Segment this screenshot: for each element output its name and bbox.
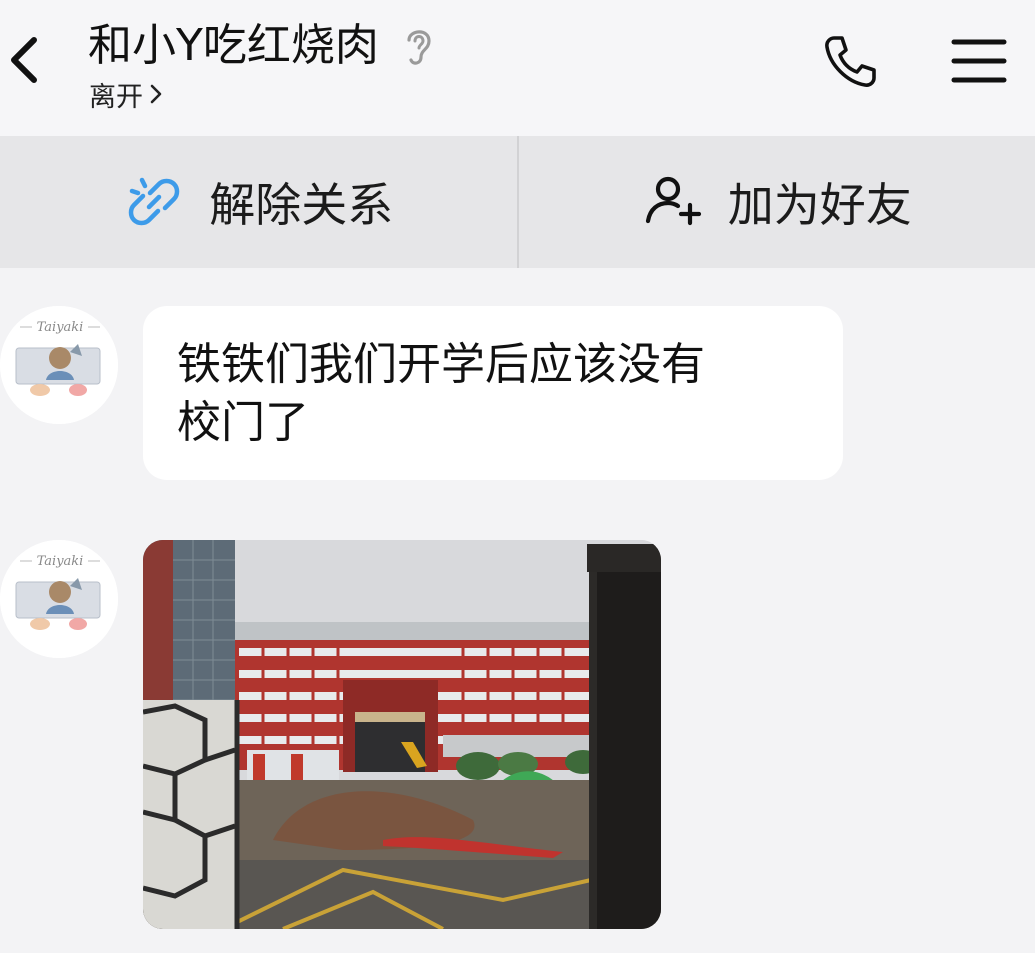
add-friend-button[interactable]: 加为好友 xyxy=(519,136,1035,268)
avatar-watermark: Taiyaki xyxy=(37,554,84,569)
status-link[interactable]: 离开 xyxy=(89,76,163,113)
avatar-image: Taiyaki xyxy=(0,306,118,424)
message-text-line-2: 校门了 xyxy=(177,397,309,448)
avatar[interactable]: Taiyaki xyxy=(0,540,118,658)
chat-screen: 和小Y吃红烧肉 离开 解除关系 加为好友 Taiyaki 铁铁们我们开学后应该没… xyxy=(0,0,1035,953)
avatar-watermark: Taiyaki xyxy=(37,320,84,335)
avatar[interactable]: Taiyaki xyxy=(0,306,118,424)
avatar-image: Taiyaki xyxy=(0,540,118,658)
chevron-left-icon[interactable] xyxy=(4,30,44,90)
menu-icon[interactable] xyxy=(950,34,1008,88)
ear-icon xyxy=(407,30,431,65)
chat-title-row[interactable]: 和小Y吃红烧肉 xyxy=(88,18,437,74)
unlink-label: 解除关系 xyxy=(209,178,394,232)
add-friend-label: 加为好友 xyxy=(727,178,912,232)
school-building-photo xyxy=(143,540,661,929)
phone-icon[interactable] xyxy=(820,32,880,92)
unlink-button[interactable]: 解除关系 xyxy=(0,136,517,268)
broken-link-icon xyxy=(129,177,180,226)
chat-title: 和小Y吃红烧肉 xyxy=(88,20,379,71)
status-text: 离开 xyxy=(89,81,143,113)
relationship-action-bar: 解除关系 加为好友 xyxy=(0,136,1035,268)
add-user-icon xyxy=(645,176,701,226)
message-bubble[interactable]: 铁铁们我们开学后应该没有 校门了 xyxy=(143,306,843,480)
chat-header: 和小Y吃红烧肉 离开 xyxy=(0,0,1035,136)
message-photo[interactable] xyxy=(143,540,661,929)
message-text-line-1: 铁铁们我们开学后应该没有 xyxy=(177,339,705,390)
chevron-right-icon xyxy=(150,84,162,104)
